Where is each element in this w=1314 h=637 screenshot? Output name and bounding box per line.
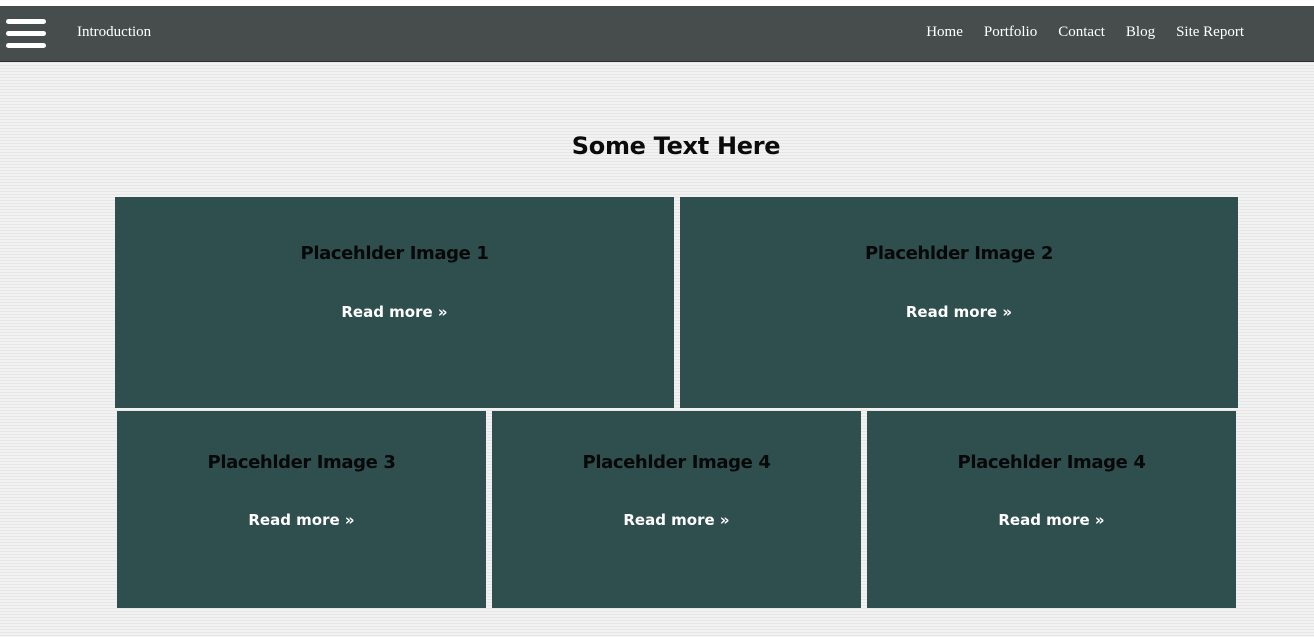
card-title: Placehlder Image 4: [957, 452, 1146, 473]
top-navbar: Introduction Home Portfolio Contact Blog…: [0, 6, 1314, 62]
read-more-link[interactable]: Read more »: [115, 301, 674, 323]
nav-link-home[interactable]: Home: [926, 22, 963, 42]
nav-link-contact[interactable]: Contact: [1058, 22, 1105, 42]
read-more-link[interactable]: Read more »: [867, 509, 1236, 531]
menu-bar: [6, 19, 46, 24]
card-title: Placehlder Image 3: [207, 452, 396, 473]
nav-link-portfolio[interactable]: Portfolio: [984, 22, 1037, 42]
image-card-5: Placehlder Image 4 Read more »: [867, 411, 1236, 608]
nav-link-blog[interactable]: Blog: [1126, 22, 1155, 42]
image-card-3: Placehlder Image 3 Read more »: [117, 411, 486, 608]
read-more-link[interactable]: Read more »: [492, 509, 861, 531]
card-title: Placehlder Image 1: [300, 243, 489, 264]
read-more-link[interactable]: Read more »: [117, 509, 486, 531]
image-card-4: Placehlder Image 4 Read more »: [492, 411, 861, 608]
menu-bar: [6, 31, 46, 36]
nav-link-site-report[interactable]: Site Report: [1176, 22, 1244, 42]
image-card-1: Placehlder Image 1 Read more »: [115, 197, 674, 408]
page-heading: Some Text Here: [571, 132, 781, 160]
menu-bar: [6, 43, 46, 48]
nav-links: Home Portfolio Contact Blog Site Report: [926, 22, 1244, 42]
hamburger-menu-icon[interactable]: [6, 19, 46, 49]
card-title: Placehlder Image 2: [865, 243, 1053, 264]
nav-brand-introduction[interactable]: Introduction: [77, 22, 151, 42]
image-card-2: Placehlder Image 2 Read more »: [680, 197, 1238, 408]
read-more-link[interactable]: Read more »: [680, 301, 1238, 323]
card-title: Placehlder Image 4: [582, 452, 771, 473]
